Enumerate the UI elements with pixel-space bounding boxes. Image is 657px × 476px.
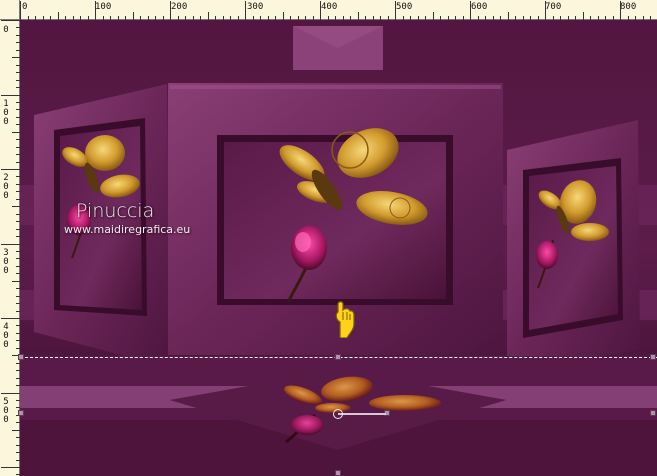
ruler-tick — [1, 20, 20, 21]
ruler-tick — [282, 12, 284, 20]
ruler-label-600: 600 — [471, 2, 488, 12]
ruler-tick — [545, 1, 546, 20]
ruler-tick — [57, 12, 59, 20]
selection-handle-right-mid[interactable] — [650, 410, 656, 416]
ruler-tick — [12, 131, 20, 133]
ruler-tick — [12, 429, 20, 431]
vertical-ruler: 0 100 200 300 400 500 — [0, 20, 20, 476]
ruler-label-100: 100 — [95, 2, 112, 12]
ruler-tick — [582, 12, 584, 20]
ruler-label-400: 400 — [321, 2, 338, 12]
ruler-tick — [620, 1, 621, 20]
ruler-tick — [1, 169, 20, 170]
ruler-tick — [395, 1, 396, 20]
selection-handle-right[interactable] — [650, 354, 656, 360]
ruler-tick — [432, 12, 434, 20]
ruler-left-label-400: 400 — [3, 322, 9, 350]
ruler-tick — [20, 1, 21, 20]
ruler-left-label-200: 200 — [3, 173, 9, 201]
watermark-name: Pinuccia — [76, 200, 155, 222]
ruler-tick — [12, 206, 20, 208]
pivot-point-icon[interactable] — [333, 409, 343, 419]
image-canvas[interactable] — [20, 20, 657, 476]
ruler-tick — [245, 1, 246, 20]
ruler-tick — [1, 467, 20, 468]
ruler-tick — [1, 243, 20, 245]
ruler-tick — [320, 1, 321, 20]
ruler-tick — [12, 280, 20, 282]
ruler-left-label-0: 0 — [3, 25, 9, 35]
ruler-tick — [1, 318, 20, 319]
rotation-handle-bar — [338, 413, 386, 415]
ruler-tick — [207, 12, 209, 20]
ruler-label-800: 800 — [620, 2, 637, 12]
ruler-label-500: 500 — [396, 2, 413, 12]
ruler-tick — [1, 392, 20, 394]
ruler-tick — [357, 12, 359, 20]
ruler-left-label-500: 500 — [3, 397, 9, 425]
ruler-label-0: 0 — [22, 2, 28, 12]
hand-pointer-icon — [333, 300, 355, 339]
ruler-left-label-300: 300 — [3, 248, 9, 276]
ruler-tick — [170, 1, 171, 20]
selection-handle-left-mid[interactable] — [18, 410, 24, 416]
ruler-corner — [0, 0, 20, 20]
ruler-label-300: 300 — [247, 2, 264, 12]
composition-artwork — [20, 20, 657, 476]
ruler-tick — [507, 12, 509, 20]
ruler-label-700: 700 — [545, 2, 562, 12]
ruler-tick — [470, 1, 471, 20]
ruler-label-200: 200 — [171, 2, 188, 12]
watermark-url: www.maidiregrafica.eu — [64, 223, 191, 236]
horizontal-ruler: 0 100 200 300 400 500 600 700 800 — [0, 0, 657, 20]
selection-handle-left[interactable] — [18, 354, 24, 360]
ruler-tick — [12, 57, 20, 59]
ruler-left-label-100: 100 — [3, 99, 9, 127]
ruler-tick — [132, 12, 134, 20]
selection-handle-bottom[interactable] — [335, 470, 341, 476]
ruler-tick — [1, 94, 20, 96]
ruler-tick — [95, 1, 96, 20]
selection-handle-center[interactable] — [335, 354, 341, 360]
